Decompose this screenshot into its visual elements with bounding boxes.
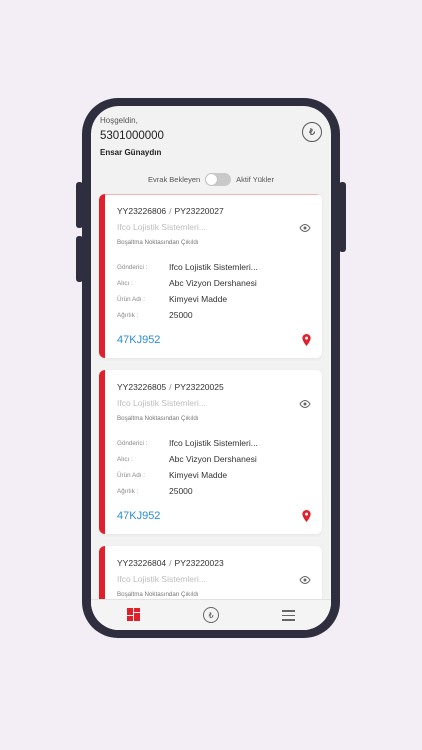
card-accent-stripe	[99, 370, 105, 534]
greeting-text: Hoşgeldin,	[100, 116, 138, 125]
load-filter: Evrak Bekleyen Aktif Yükler	[91, 171, 331, 187]
product-value: Kimyevi Madde	[169, 294, 228, 304]
weight-label: Ağırlık :	[117, 312, 139, 319]
order-id: PY23220027	[174, 206, 224, 216]
card-accent-stripe	[99, 194, 105, 358]
filter-right-label: Aktif Yükler	[236, 174, 274, 184]
location-pin-icon[interactable]	[302, 334, 311, 346]
filter-toggle[interactable]	[205, 172, 232, 186]
weight-label: Ağırlık :	[117, 488, 139, 495]
shipment-id: YY23226804	[117, 558, 167, 568]
eye-icon[interactable]	[299, 224, 311, 232]
sender-value: Ifco Lojistik Sistemleri...	[169, 262, 258, 272]
company-title: Ifco Lojistik Sistemleri...	[117, 574, 206, 584]
order-id: PY23220023	[174, 558, 224, 568]
product-label: Ürün Adı :	[117, 472, 146, 479]
weight-value: 25000	[169, 486, 193, 496]
order-id: PY23220025	[174, 382, 224, 392]
coin-icon[interactable]: ₺	[203, 607, 219, 623]
receiver-value: Abc Vizyon Dershanesi	[169, 454, 257, 464]
coin-icon[interactable]: ₺	[302, 122, 322, 142]
menu-icon[interactable]	[282, 610, 295, 624]
eye-icon[interactable]	[299, 576, 311, 584]
shipment-ids: YY23226806/PY23220027	[117, 206, 224, 216]
id-separator: /	[169, 382, 172, 392]
id-separator: /	[169, 206, 172, 216]
plate-number[interactable]: 47KJ952	[117, 334, 160, 346]
shipment-status: Boşaltma Noktasından Çıkıldı	[117, 415, 199, 422]
location-pin-icon[interactable]	[302, 510, 311, 522]
weight-value: 25000	[169, 310, 193, 320]
receiver-label: Alıcı :	[117, 280, 133, 287]
shipment-card[interactable]: YY23226805/PY23220025 Ifco Lojistik Sist…	[99, 370, 322, 534]
company-title: Ifco Lojistik Sistemleri...	[117, 222, 206, 232]
shipment-card[interactable]: YY23226806/PY23220027 Ifco Lojistik Sist…	[99, 194, 322, 358]
eye-icon[interactable]	[299, 400, 311, 408]
shipment-ids: YY23226805/PY23220025	[117, 382, 224, 392]
user-name: Ensar Günaydın	[100, 148, 162, 157]
plate-number[interactable]: 47KJ952	[117, 510, 160, 522]
card-top-border	[105, 194, 322, 195]
filter-left-label: Evrak Bekleyen	[148, 174, 201, 184]
app-screen: Hoşgeldin, 5301000000 Ensar Günaydın ₺ E…	[91, 106, 331, 630]
id-separator: /	[169, 558, 172, 568]
product-value: Kimyevi Madde	[169, 470, 228, 480]
user-phone: 5301000000	[100, 130, 164, 142]
receiver-value: Abc Vizyon Dershanesi	[169, 278, 257, 288]
sender-label: Gönderici :	[117, 264, 148, 271]
shipment-status: Boşaltma Noktasından Çıkıldı	[117, 591, 199, 598]
dashboard-icon[interactable]	[127, 608, 140, 621]
sender-label: Gönderici :	[117, 440, 148, 447]
bottom-nav: ₺	[91, 599, 331, 630]
product-label: Ürün Adı :	[117, 296, 146, 303]
receiver-label: Alıcı :	[117, 456, 133, 463]
shipment-ids: YY23226804/PY23220023	[117, 558, 224, 568]
shipment-id: YY23226805	[117, 382, 167, 392]
sender-value: Ifco Lojistik Sistemleri...	[169, 438, 258, 448]
header: Hoşgeldin, 5301000000 Ensar Günaydın ₺	[100, 114, 322, 164]
shipment-status: Boşaltma Noktasından Çıkıldı	[117, 239, 199, 246]
shipment-id: YY23226806	[117, 206, 167, 216]
phone-side-button	[339, 182, 346, 252]
company-title: Ifco Lojistik Sistemleri...	[117, 398, 206, 408]
toggle-knob	[206, 173, 218, 185]
